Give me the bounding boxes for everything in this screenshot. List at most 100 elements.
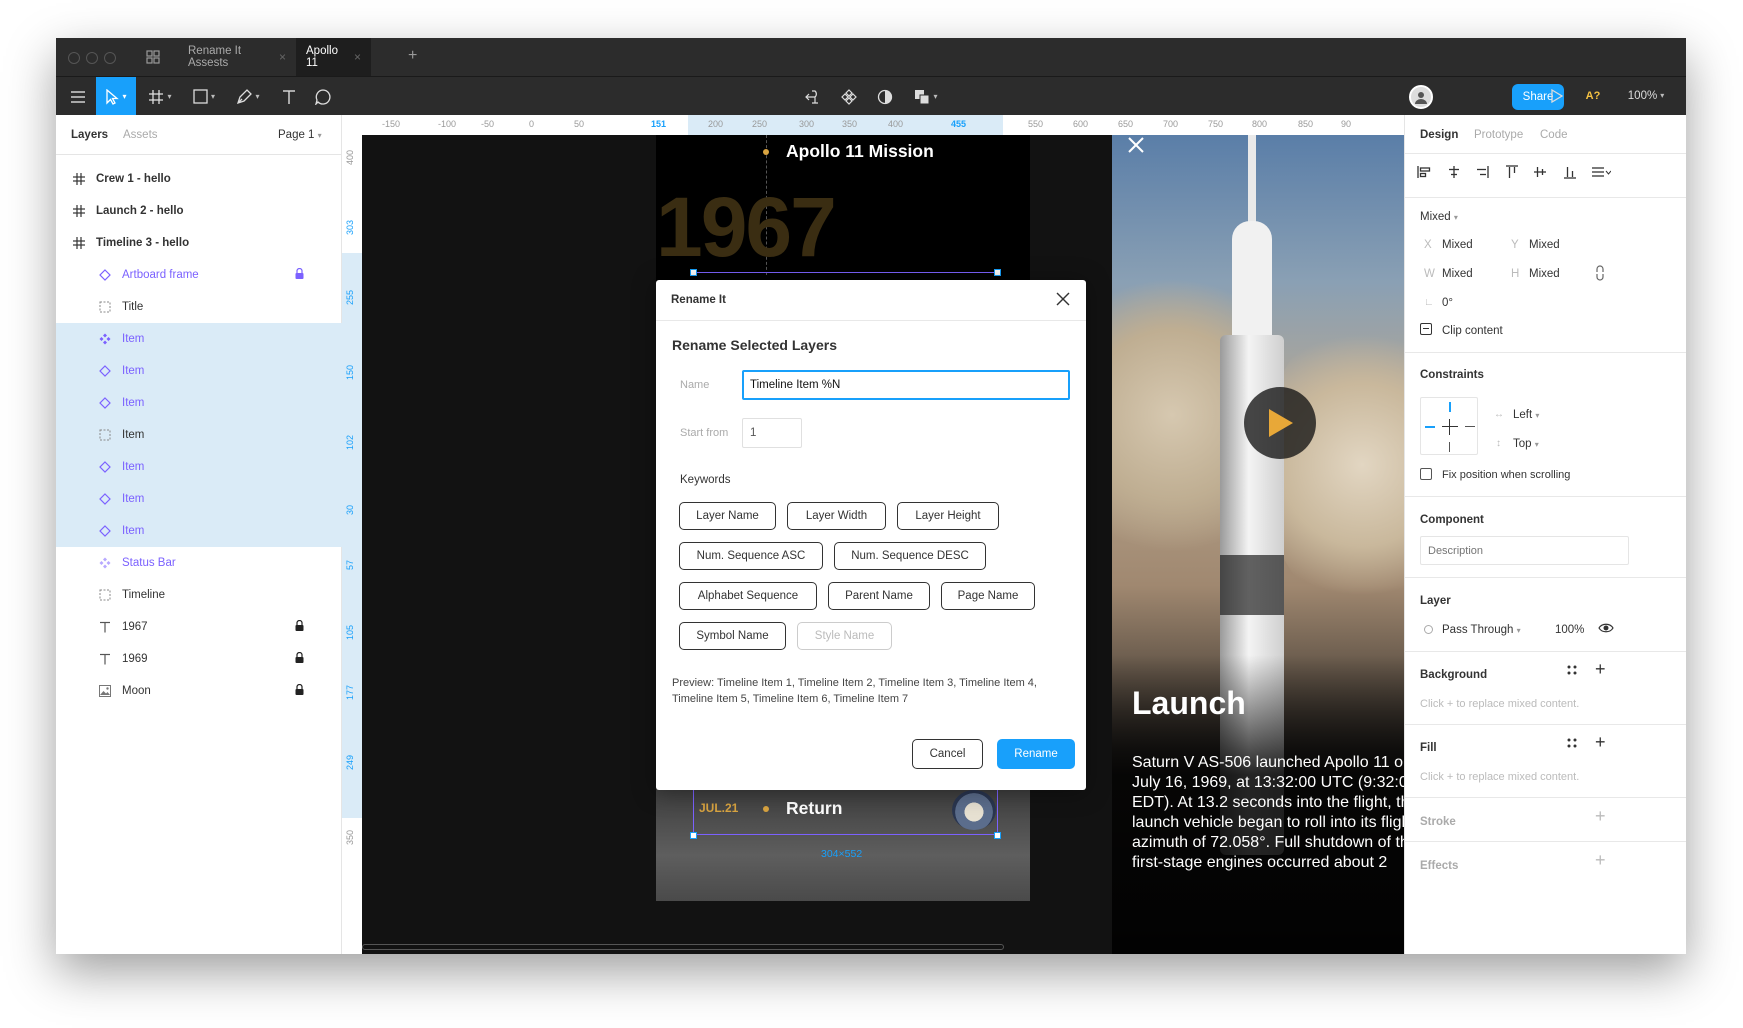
layer-row[interactable]: Item — [56, 451, 342, 483]
cancel-button[interactable]: Cancel — [912, 739, 983, 769]
launch-artboard[interactable]: Launch Saturn V AS-506 launched Apollo 1… — [1112, 135, 1404, 954]
comment-tool-button[interactable] — [306, 77, 340, 116]
boolean-icon[interactable]: ▾ — [906, 77, 946, 116]
close-tab-icon[interactable]: × — [279, 50, 286, 64]
style-grid-icon[interactable] — [1565, 663, 1579, 680]
lock-icon[interactable] — [295, 651, 304, 666]
maximize-window-button[interactable] — [104, 52, 116, 64]
tab-design[interactable]: Design — [1420, 129, 1458, 141]
layer-row[interactable]: Status Bar — [56, 547, 342, 579]
lock-icon[interactable] — [295, 683, 304, 698]
layer-row[interactable]: Item — [56, 483, 342, 515]
close-window-button[interactable] — [68, 52, 80, 64]
add-tab-icon[interactable]: + — [408, 47, 417, 65]
x-field[interactable]: Mixed — [1442, 239, 1473, 251]
present-icon[interactable] — [1540, 76, 1574, 115]
distribute-icon[interactable] — [1591, 165, 1612, 182]
layer-row[interactable]: Timeline 3 - hello — [56, 227, 342, 259]
minimize-window-button[interactable] — [86, 52, 98, 64]
keyword-num-sequence-desc[interactable]: Num. Sequence DESC — [834, 542, 986, 570]
avatar[interactable] — [1404, 77, 1438, 116]
zoom-dropdown[interactable]: 100% ▾ — [1614, 76, 1678, 115]
close-icon[interactable] — [1056, 292, 1070, 311]
missing-fonts-indicator[interactable]: A? — [1576, 76, 1610, 115]
layer-row[interactable]: Item — [56, 387, 342, 419]
h-field[interactable]: Mixed — [1529, 268, 1560, 280]
component-icon[interactable] — [832, 77, 866, 116]
keyword-alphabet-sequence[interactable]: Alphabet Sequence — [679, 582, 817, 610]
keyword-symbol-name[interactable]: Symbol Name — [679, 622, 786, 650]
layer-row[interactable]: Launch 2 - hello — [56, 195, 342, 227]
selection-handle[interactable] — [994, 269, 1001, 276]
move-tool-button[interactable]: ▾ — [96, 77, 136, 116]
page-dropdown[interactable]: Page 1 ▾ — [278, 129, 322, 141]
fix-position-checkbox[interactable] — [1420, 468, 1432, 480]
layer-row[interactable]: Timeline — [56, 579, 342, 611]
y-field[interactable]: Mixed — [1529, 239, 1560, 251]
style-grid-icon[interactable] — [1565, 736, 1579, 753]
tab-apollo-11[interactable]: Apollo 11 × — [296, 38, 371, 76]
pen-tool-button[interactable]: ▾ — [228, 77, 268, 116]
lock-icon[interactable] — [295, 619, 304, 634]
mask-icon[interactable] — [868, 77, 902, 116]
align-bottom-icon[interactable] — [1563, 165, 1577, 182]
restore-icon[interactable] — [796, 77, 830, 116]
name-input[interactable] — [742, 370, 1070, 400]
align-horizontal-center-icon[interactable] — [1447, 165, 1461, 182]
text-tool-button[interactable] — [272, 77, 306, 116]
shape-tool-button[interactable]: ▾ — [184, 77, 224, 116]
layer-row[interactable]: Item — [56, 515, 342, 547]
add-background-icon[interactable]: + — [1595, 659, 1606, 680]
layer-row[interactable]: 1969 — [56, 643, 342, 675]
selection-handle[interactable] — [690, 832, 697, 839]
constraints-widget[interactable] — [1420, 397, 1478, 455]
layer-row[interactable]: Item — [56, 419, 342, 451]
align-left-icon[interactable] — [1417, 165, 1431, 182]
blend-mode-dropdown[interactable]: Pass Through ▾ — [1442, 624, 1521, 636]
layer-row[interactable]: Artboard frame — [56, 259, 342, 291]
add-stroke-icon[interactable]: + — [1595, 806, 1606, 827]
rename-button[interactable]: Rename — [997, 739, 1075, 769]
add-effect-icon[interactable]: + — [1595, 850, 1606, 871]
horizontal-scrollbar[interactable] — [362, 944, 1004, 950]
align-right-icon[interactable] — [1475, 165, 1489, 182]
align-top-icon[interactable] — [1505, 165, 1519, 182]
keyword-layer-height[interactable]: Layer Height — [897, 502, 999, 530]
close-icon[interactable] — [1126, 135, 1146, 160]
selection-handle[interactable] — [994, 832, 1001, 839]
tab-layers[interactable]: Layers — [71, 129, 108, 141]
keyword-num-sequence-asc[interactable]: Num. Sequence ASC — [679, 542, 823, 570]
opacity-field[interactable]: 100% — [1555, 624, 1584, 636]
close-tab-icon[interactable]: × — [354, 50, 361, 64]
horizontal-constraint-dropdown[interactable]: Left ▾ — [1513, 409, 1539, 421]
grid-icon[interactable] — [146, 50, 160, 67]
layer-row[interactable]: Item — [56, 355, 342, 387]
keyword-page-name[interactable]: Page Name — [941, 582, 1035, 610]
selection-handle[interactable] — [690, 269, 697, 276]
instance-mixed-dropdown[interactable]: Mixed ▾ — [1420, 211, 1458, 223]
layer-row[interactable]: 1967 — [56, 611, 342, 643]
tab-rename-it-assests[interactable]: Rename It Assests × — [178, 38, 296, 76]
tab-code[interactable]: Code — [1540, 129, 1568, 141]
vertical-constraint-dropdown[interactable]: Top ▾ — [1513, 438, 1539, 450]
lock-icon[interactable] — [295, 267, 304, 282]
clip-content-checkbox[interactable] — [1420, 323, 1432, 335]
align-vertical-center-icon[interactable] — [1533, 165, 1547, 182]
layer-row[interactable]: Title — [56, 291, 342, 323]
constrain-proportions-icon[interactable] — [1595, 265, 1605, 284]
layer-row[interactable]: Item — [56, 323, 342, 355]
rotation-field[interactable]: 0° — [1442, 297, 1453, 309]
keyword-parent-name[interactable]: Parent Name — [828, 582, 930, 610]
layer-row[interactable]: Moon — [56, 675, 342, 707]
frame-tool-button[interactable]: ▾ — [140, 77, 180, 116]
add-fill-icon[interactable]: + — [1595, 732, 1606, 753]
tab-assets[interactable]: Assets — [123, 129, 158, 141]
eye-icon[interactable] — [1598, 620, 1614, 639]
component-description-input[interactable] — [1420, 536, 1629, 565]
keyword-layer-width[interactable]: Layer Width — [787, 502, 886, 530]
layer-row[interactable]: Crew 1 - hello — [56, 163, 342, 195]
keyword-layer-name[interactable]: Layer Name — [679, 502, 776, 530]
tab-prototype[interactable]: Prototype — [1474, 129, 1523, 141]
play-button[interactable] — [1244, 387, 1316, 459]
w-field[interactable]: Mixed — [1442, 268, 1473, 280]
